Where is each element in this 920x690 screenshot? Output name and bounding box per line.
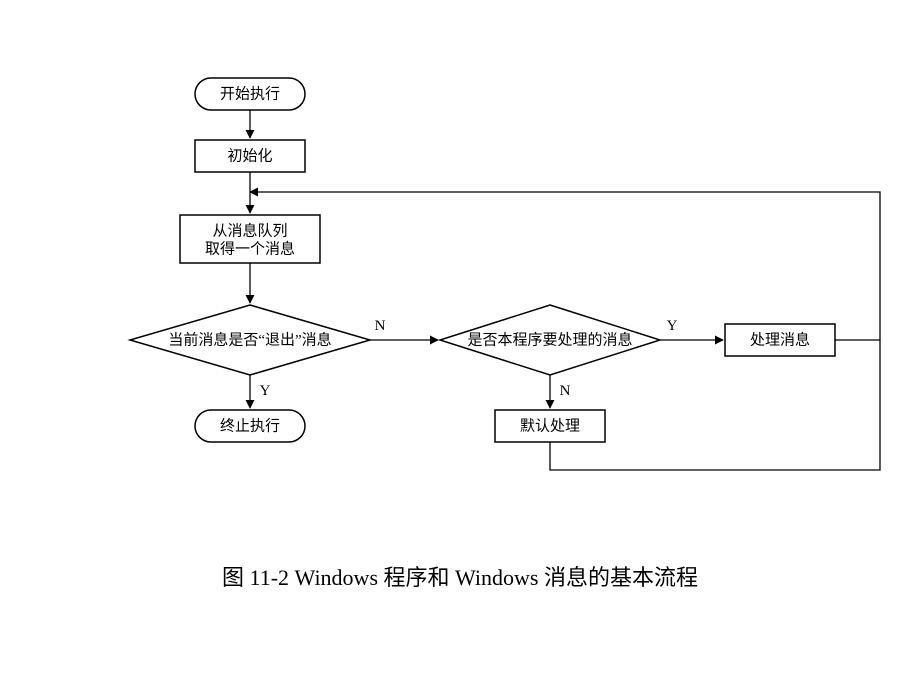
flowchart-canvas: 开始执行 初始化 从消息队列 取得一个消息 当前消息是否“退出”消息 N Y 终…	[0, 0, 920, 540]
node-start: 开始执行	[195, 78, 305, 110]
node-ishandled-label: 是否本程序要处理的消息	[467, 331, 632, 348]
node-terminate-label: 终止执行	[220, 417, 280, 434]
node-isquit-label: 当前消息是否“退出”消息	[168, 331, 331, 348]
node-process: 处理消息	[725, 324, 835, 356]
edge-isquit-yes-label: Y	[260, 383, 271, 399]
figure-caption: 图 11-2 Windows 程序和 Windows 消息的基本流程	[0, 560, 920, 592]
node-init-label: 初始化	[227, 147, 272, 164]
node-terminate: 终止执行	[195, 410, 305, 442]
edge-ishandled-no-label: N	[560, 383, 571, 399]
node-init: 初始化	[195, 140, 305, 172]
node-getmsg-line1: 从消息队列	[212, 222, 287, 239]
node-default-label: 默认处理	[520, 417, 580, 434]
node-isquit: 当前消息是否“退出”消息	[130, 305, 370, 375]
node-ishandled: 是否本程序要处理的消息	[440, 305, 660, 375]
node-getmsg-line2: 取得一个消息	[205, 240, 295, 257]
node-start-label: 开始执行	[220, 85, 280, 102]
node-process-label: 处理消息	[750, 331, 810, 348]
edge-ishandled-yes-label: Y	[667, 318, 678, 334]
node-getmsg: 从消息队列 取得一个消息	[180, 215, 320, 263]
node-default: 默认处理	[495, 410, 605, 442]
edge-isquit-no-label: N	[375, 318, 386, 334]
